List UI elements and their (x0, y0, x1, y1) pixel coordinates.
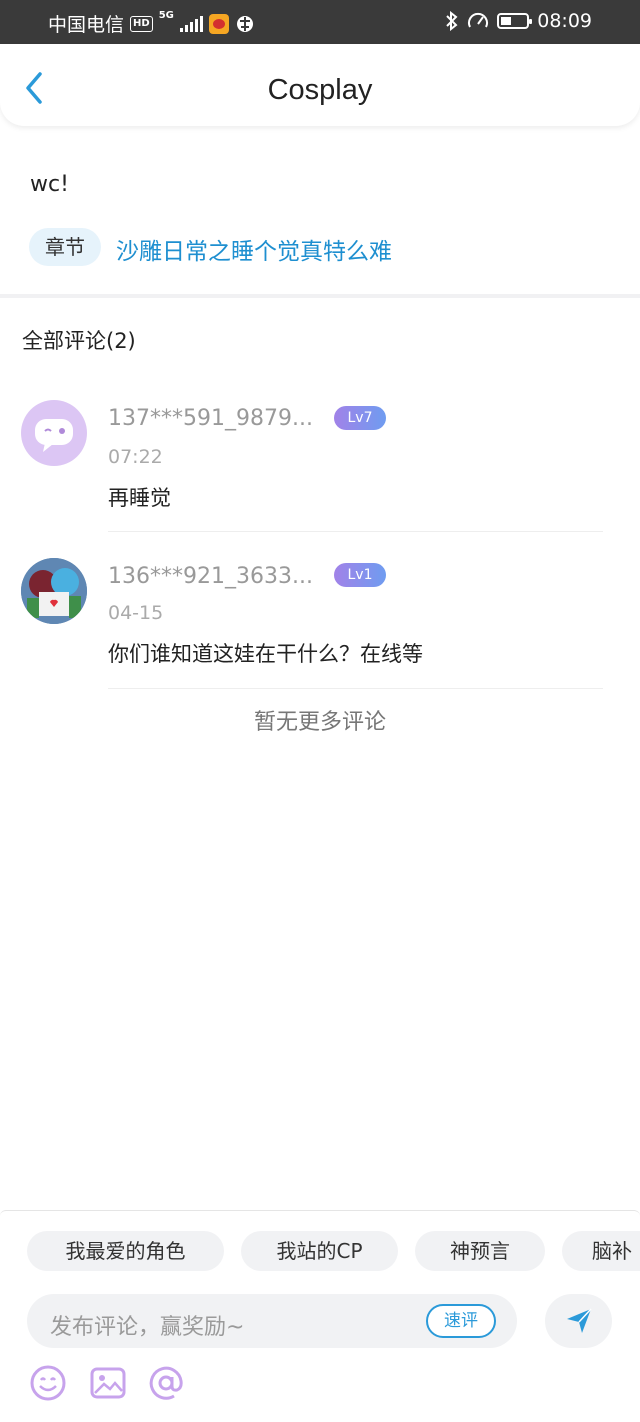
quick-tag-chip[interactable]: 我站的CP (241, 1231, 398, 1271)
quick-tag-chip[interactable]: 神预言 (415, 1231, 545, 1271)
top-nav-bar: Cosplay (0, 44, 640, 126)
chapter-link[interactable]: 沙雕日常之睡个觉真特么难 (116, 232, 392, 266)
quick-tag-chip[interactable]: 脑补 (562, 1231, 640, 1271)
chat-bubble-avatar-icon (35, 419, 73, 452)
level-badge: Lv1 (334, 563, 386, 587)
battery-icon (497, 13, 533, 29)
comments-section-title: 全部评论(2) (22, 329, 136, 353)
network-label: 5G (158, 10, 174, 21)
image-icon[interactable] (88, 1363, 128, 1403)
comment-text: 再睡觉 (108, 486, 171, 510)
weibo-icon (208, 13, 229, 34)
comment-input[interactable]: 发布评论，赢奖励~ 速评 (27, 1294, 517, 1348)
bluetooth-icon (446, 11, 458, 31)
comment-divider (108, 531, 603, 532)
browser-icon (236, 15, 253, 32)
anime-avatar-image (21, 558, 87, 624)
status-bar: 中国电信 HD 5G 08:09 (0, 0, 640, 44)
avatar[interactable] (21, 558, 87, 624)
signal-icon (179, 15, 203, 32)
comment-username[interactable]: 136***921_3633... (108, 564, 313, 589)
comment-time: 07:22 (108, 446, 163, 468)
no-more-comments: 暂无更多评论 (253, 710, 386, 735)
comment-time: 04-15 (108, 602, 164, 624)
avatar[interactable] (21, 400, 87, 466)
emoji-icon[interactable] (28, 1363, 68, 1403)
mention-icon[interactable] (146, 1363, 186, 1403)
send-icon (566, 1308, 592, 1333)
hd-badge: HD (130, 15, 153, 32)
comment-username[interactable]: 137***591_9879... (108, 406, 313, 431)
comment-text: 你们谁知道这娃在干什么？在线等 (108, 642, 423, 666)
send-button[interactable] (545, 1294, 612, 1348)
page-title: Cosplay (267, 74, 373, 106)
speedometer-icon (468, 12, 489, 28)
chapter-tag: 章节 (29, 228, 101, 266)
post-text: wc! (30, 172, 69, 197)
status-time: 08:09 (537, 10, 592, 32)
comment-input-placeholder: 发布评论，赢奖励~ (50, 1315, 245, 1340)
quick-tag-chip[interactable]: 我最爱的角色 (27, 1231, 224, 1271)
quick-comment-button[interactable]: 速评 (426, 1304, 496, 1338)
comment-divider (108, 688, 603, 689)
carrier-label: 中国电信 (48, 14, 125, 36)
level-badge: Lv7 (334, 406, 386, 430)
section-divider (0, 294, 640, 298)
comment-composer: 我最爱的角色 我站的CP 神预言 脑补 发布评论，赢奖励~ 速评 (0, 1210, 640, 1422)
